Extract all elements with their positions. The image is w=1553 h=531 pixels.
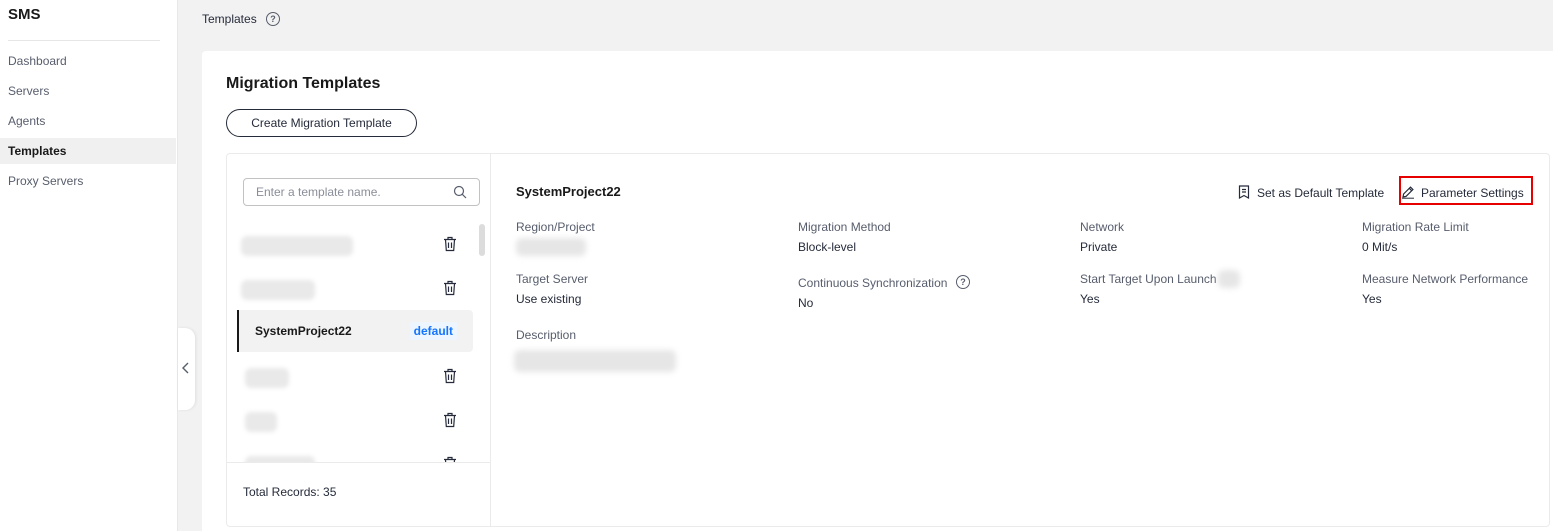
list-item[interactable] <box>237 400 473 442</box>
measure-network-value: Yes <box>1362 292 1382 306</box>
template-search[interactable] <box>243 178 480 206</box>
region-project-label: Region/Project <box>516 220 595 234</box>
sidebar-item-templates[interactable]: Templates <box>0 138 176 164</box>
description-value-redacted <box>514 350 676 372</box>
template-search-input[interactable] <box>244 179 444 205</box>
migration-rate-limit-value: 0 Mit/s <box>1362 240 1398 254</box>
redacted-template-name <box>241 280 315 300</box>
description-label: Description <box>516 328 577 342</box>
trash-icon[interactable] <box>443 236 457 252</box>
main-card: Migration Templates Create Migration Tem… <box>202 51 1553 531</box>
parameter-settings-label: Parameter Settings <box>1421 186 1524 200</box>
chevron-left-icon <box>182 362 189 374</box>
list-item-selected[interactable]: SystemProject22 default <box>237 310 473 352</box>
template-name: SystemProject22 <box>255 324 352 338</box>
list-item[interactable] <box>237 268 473 310</box>
total-records: Total Records: 35 <box>243 485 337 499</box>
trash-icon[interactable] <box>443 412 457 428</box>
migration-method-label: Migration Method <box>798 220 891 234</box>
sidebar-collapse-handle[interactable] <box>178 328 195 410</box>
set-default-label: Set as Default Template <box>1257 186 1385 200</box>
search-icon[interactable] <box>453 185 467 199</box>
app-title: SMS <box>8 6 41 23</box>
continuous-sync-label: Continuous Synchronization <box>798 276 948 290</box>
breadcrumb: Templates <box>202 12 257 26</box>
redacted-template-name <box>245 368 289 388</box>
default-badge: default <box>409 322 457 340</box>
measure-network-label: Measure Network Performance <box>1362 272 1529 286</box>
list-item[interactable] <box>237 356 473 398</box>
target-server-value: Use existing <box>516 292 582 306</box>
create-migration-template-button[interactable]: Create Migration Template <box>226 109 417 137</box>
redacted-template-name <box>245 412 277 432</box>
help-icon[interactable]: ? <box>956 275 970 289</box>
sidebar-item-proxy-servers[interactable]: Proxy Servers <box>0 168 176 194</box>
sidebar-divider <box>8 40 160 41</box>
migration-method-value: Block-level <box>798 240 857 254</box>
sidebar-item-agents[interactable]: Agents <box>0 108 176 134</box>
list-scrollbar[interactable] <box>479 224 485 256</box>
start-target-value: Yes <box>1080 292 1100 306</box>
region-project-value-redacted <box>516 238 586 256</box>
template-panel: SystemProject22 default <box>226 153 1550 527</box>
network-label: Network <box>1080 220 1125 234</box>
list-footer: Total Records: 35 <box>227 462 491 526</box>
sidebar: SMS Dashboard Servers Agents Templates P… <box>0 0 178 531</box>
redacted-template-name <box>241 236 353 256</box>
set-default-template-button[interactable]: Set as Default Template <box>1237 181 1387 205</box>
sidebar-item-dashboard[interactable]: Dashboard <box>0 48 176 74</box>
list-item[interactable] <box>237 444 473 462</box>
edit-icon <box>1402 186 1414 199</box>
target-server-label: Target Server <box>516 272 589 286</box>
network-value: Private <box>1080 240 1118 254</box>
trash-icon[interactable] <box>443 280 457 296</box>
template-list-items: SystemProject22 default <box>227 224 491 462</box>
page-title: Migration Templates <box>226 75 381 92</box>
start-target-label: Start Target Upon Launch <box>1080 272 1217 286</box>
help-icon[interactable]: ? <box>266 12 280 26</box>
parameter-settings-button[interactable]: Parameter Settings <box>1401 181 1531 205</box>
migration-rate-limit-label: Migration Rate Limit <box>1362 220 1469 234</box>
sidebar-item-servers[interactable]: Servers <box>0 78 176 104</box>
set-default-icon <box>1238 185 1250 199</box>
continuous-sync-value: No <box>798 296 814 310</box>
template-list: SystemProject22 default <box>227 154 491 526</box>
trash-icon[interactable] <box>443 368 457 384</box>
template-detail-title: SystemProject22 <box>516 184 621 199</box>
list-item[interactable] <box>237 224 473 266</box>
redacted-mark <box>1218 270 1240 288</box>
